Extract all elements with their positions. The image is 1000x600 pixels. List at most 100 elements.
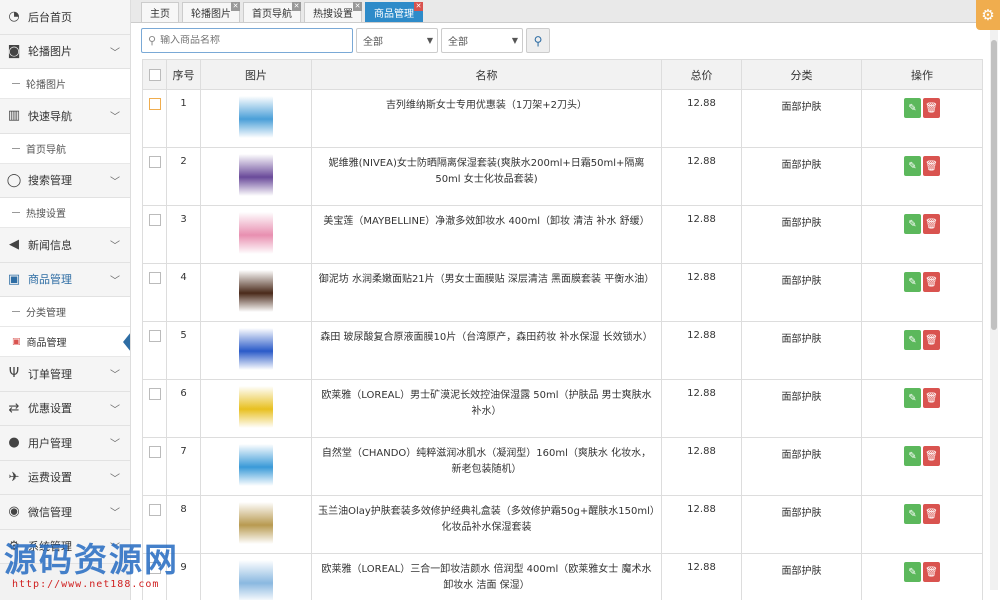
product-thumbnail[interactable] (239, 154, 273, 196)
chevron-down-icon: ﹀ (110, 473, 120, 485)
vertical-scrollbar[interactable] (990, 30, 998, 590)
sidebar-item-label: 快速导航 (28, 109, 72, 123)
product-thumbnail[interactable] (239, 328, 273, 370)
delete-button[interactable]: 🗑 (923, 272, 940, 292)
product-thumbnail[interactable] (239, 96, 273, 138)
edit-button[interactable]: ✎ (904, 446, 921, 466)
col-header-actions[interactable]: 操作 (861, 59, 983, 90)
sidebar-item-wechat[interactable]: ◉ 微信管理 ﹀ (0, 495, 130, 530)
table-row[interactable]: 9 欧莱雅（LOREAL）三合一卸妆洁颜水 倍润型 400ml（欧莱雅女士 魔术水… (142, 553, 983, 600)
scroll-thumb[interactable] (991, 40, 997, 330)
cell-no: 6 (166, 379, 201, 438)
sidebar-item-quick-nav[interactable]: ▥ 快速导航 ﹀ (0, 99, 130, 134)
row-checkbox[interactable] (148, 272, 161, 284)
tab-goods-management[interactable]: 商品管理 ✕ (365, 2, 423, 22)
submenu-category-management[interactable]: 分类管理 (0, 297, 130, 327)
gear-icon[interactable]: ⚙ (976, 0, 1000, 30)
col-header-name[interactable]: 名称 (311, 59, 662, 90)
plane-icon: ✈ (8, 469, 20, 485)
col-header-category[interactable]: 分类 (741, 59, 862, 90)
select-all-checkbox[interactable] (148, 69, 161, 81)
table-row[interactable]: 8 玉兰油Olay护肤套装多效修护经典礼盒装（多效修护霜50g+醒肤水150ml）… (142, 495, 983, 554)
table-row[interactable]: 3 美宝莲（MAYBELLINE）净澈多效卸妆水 400ml（卸妆 清洁 补水 舒… (142, 205, 983, 264)
col-header-price[interactable]: 总价 (661, 59, 742, 90)
delete-button[interactable]: 🗑 (923, 504, 940, 524)
sidebar-item-shipping[interactable]: ✈ 运费设置 ﹀ (0, 460, 130, 495)
search-button[interactable]: ⚲ (526, 28, 550, 53)
sidebar-item-label: 商品管理 (28, 273, 72, 287)
tab-label: 热搜设置 (313, 9, 353, 20)
sidebar-item-carousel[interactable]: ◙ 轮播图片 ﹀ (0, 34, 130, 69)
col-header-no[interactable]: 序号 (166, 59, 201, 90)
row-checkbox[interactable] (148, 330, 161, 342)
row-checkbox[interactable] (148, 388, 161, 400)
tab-home-nav[interactable]: 首页导航 ✕ (243, 2, 301, 22)
tab-carousel[interactable]: 轮播图片 ✕ (182, 2, 240, 22)
watermark-logo: 源码资源网 (4, 540, 179, 579)
submenu-home-nav[interactable]: 首页导航 (0, 133, 130, 164)
submenu-label: 热搜设置 (26, 209, 66, 220)
close-icon[interactable]: ✕ (414, 2, 423, 11)
close-icon[interactable]: ✕ (353, 2, 362, 11)
sidebar-item-users[interactable]: ● 用户管理 ﹀ (0, 426, 130, 461)
close-icon[interactable]: ✕ (231, 2, 240, 11)
filter-select-1[interactable]: 全部 ▼ (356, 28, 438, 53)
product-thumbnail[interactable] (239, 502, 273, 544)
delete-button[interactable]: 🗑 (923, 156, 940, 176)
row-checkbox[interactable] (148, 504, 161, 516)
product-thumbnail[interactable] (239, 444, 273, 486)
table-row[interactable]: 4 御泥坊 水润柔嫩面贴21片（男女士面膜贴 深层清洁 黑面膜套装 平衡水油） 12… (142, 263, 983, 322)
edit-button[interactable]: ✎ (904, 156, 921, 176)
product-thumbnail[interactable] (239, 270, 273, 312)
edit-button[interactable]: ✎ (904, 330, 921, 350)
filter-select-2[interactable]: 全部 ▼ (441, 28, 523, 53)
edit-button[interactable]: ✎ (904, 214, 921, 234)
sidebar-item-orders[interactable]: Ψ 订单管理 ﹀ (0, 357, 130, 392)
barcode-icon: ▥ (7, 108, 21, 124)
delete-button[interactable]: 🗑 (923, 388, 940, 408)
table-row[interactable]: 2 妮维雅(NIVEA)女士防晒隔离保湿套装(爽肤水200ml+日霜50ml+隔离… (142, 147, 983, 206)
search-icon: ⚲ (148, 34, 157, 47)
cell-category: 面部护肤 (741, 495, 862, 554)
sidebar-item-dashboard[interactable]: ◔ 后台首页 (0, 0, 130, 35)
sidebar: ◔ 后台首页 ◙ 轮播图片 ﹀ 轮播图片 ▥ 快速导航 ﹀ 首页导航 ◯ 搜索管… (0, 0, 131, 600)
delete-button[interactable]: 🗑 (923, 214, 940, 234)
table-row[interactable]: 6 欧莱雅（LOREAL）男士矿漠泥长效控油保湿露 50ml（护肤品 男士爽肤水 … (142, 379, 983, 438)
sidebar-item-goods[interactable]: ▣ 商品管理 ﹀ (0, 262, 130, 297)
row-checkbox[interactable] (148, 156, 161, 168)
row-checkbox[interactable] (148, 446, 161, 458)
col-header-image[interactable]: 图片 (200, 59, 312, 90)
delete-button[interactable]: 🗑 (923, 98, 940, 118)
cell-category: 面部护肤 (741, 205, 862, 264)
edit-button[interactable]: ✎ (904, 504, 921, 524)
sidebar-item-discounts[interactable]: ⇄ 优惠设置 ﹀ (0, 391, 130, 426)
cell-actions: ✎ 🗑 (861, 263, 983, 322)
table-row[interactable]: 5 森田 玻尿酸复合原液面膜10片（台湾原产，森田药妆 补水保湿 长效锁水） 12.… (142, 321, 983, 380)
product-thumbnail[interactable] (239, 386, 273, 428)
tab-hot-search[interactable]: 热搜设置 ✕ (304, 2, 362, 22)
sidebar-item-news[interactable]: ◀ 新闻信息 ﹀ (0, 228, 130, 263)
sidebar-item-search[interactable]: ◯ 搜索管理 ﹀ (0, 163, 130, 198)
row-checkbox[interactable] (148, 214, 161, 226)
edit-button[interactable]: ✎ (904, 272, 921, 292)
sidebar-item-label: 优惠设置 (28, 402, 72, 416)
close-icon[interactable]: ✕ (292, 2, 301, 11)
edit-button[interactable]: ✎ (904, 98, 921, 118)
tab-home[interactable]: 主页 (141, 2, 179, 22)
table-row[interactable]: 1 吉列维纳斯女士专用优惠装（1刀架+2刀头） 12.88 面部护肤 ✎ 🗑 (142, 89, 983, 148)
edit-button[interactable]: ✎ (904, 388, 921, 408)
edit-button[interactable]: ✎ (904, 562, 921, 582)
delete-button[interactable]: 🗑 (923, 562, 940, 582)
search-input[interactable] (160, 35, 341, 46)
product-thumbnail[interactable] (239, 560, 273, 600)
delete-button[interactable]: 🗑 (923, 446, 940, 466)
submenu-hot-search[interactable]: 热搜设置 (0, 198, 130, 228)
product-thumbnail[interactable] (239, 212, 273, 254)
submenu-carousel-images[interactable]: 轮播图片 (0, 69, 130, 99)
cell-no: 5 (166, 321, 201, 380)
chevron-down-icon: ﹀ (110, 176, 120, 188)
submenu-goods-management[interactable]: ▣ 商品管理 (0, 327, 130, 357)
delete-button[interactable]: 🗑 (923, 330, 940, 350)
table-row[interactable]: 7 自然堂（CHANDO）纯粹滋润冰肌水（凝润型）160ml（爽肤水 化妆水，新老… (142, 437, 983, 496)
row-checkbox[interactable] (148, 98, 161, 110)
